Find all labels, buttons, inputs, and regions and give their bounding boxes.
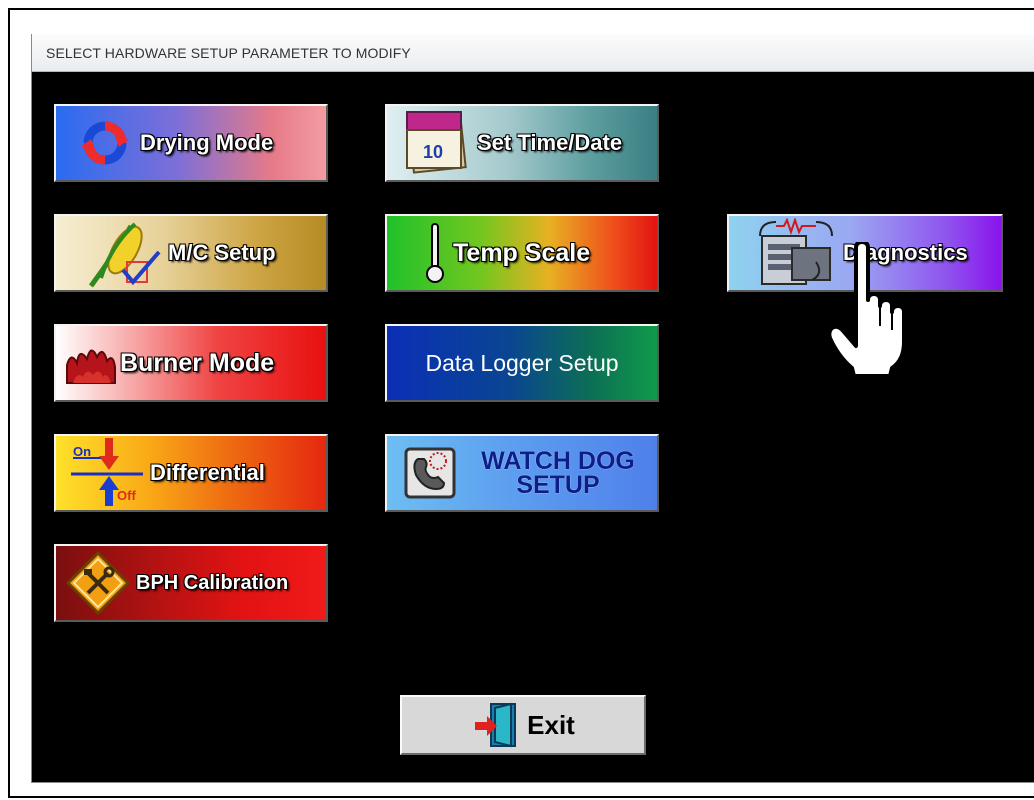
data-logger-setup-button[interactable]: Data Logger Setup	[385, 324, 659, 402]
differential-label: Differential	[150, 460, 265, 485]
exit-label: Exit	[527, 709, 575, 740]
exit-button[interactable]: Exit	[400, 695, 646, 755]
exit-door-icon	[471, 702, 521, 748]
calendar-icon: 10	[395, 110, 477, 176]
watch-dog-label-line1: WATCH DOG	[481, 447, 635, 475]
temp-scale-label: Temp Scale	[453, 238, 591, 267]
watch-dog-label-group: WATCH DOG SETUP	[463, 447, 653, 499]
pointing-hand-cursor-icon	[827, 240, 928, 378]
tools-sign-icon	[60, 551, 136, 615]
set-time-date-label: Set Time/Date	[477, 130, 623, 155]
svg-text:Off: Off	[117, 488, 136, 503]
corn-checkbox-icon	[78, 216, 168, 290]
thermometer-icon	[417, 222, 453, 284]
bph-calibration-button[interactable]: BPH Calibration	[54, 544, 328, 622]
rotate-arrows-icon	[70, 117, 140, 169]
data-logger-setup-label: Data Logger Setup	[425, 349, 619, 376]
on-off-arrows-icon: On Off	[66, 438, 150, 508]
drying-mode-label: Drying Mode	[140, 130, 274, 155]
bph-calibration-label: BPH Calibration	[136, 571, 289, 594]
hardware-setup-window: SELECT HARDWARE SETUP PARAMETER TO MODIF…	[31, 34, 1034, 783]
watch-dog-label-line2: SETUP	[516, 471, 600, 499]
phone-icon	[397, 447, 463, 499]
mc-setup-button[interactable]: M/C Setup	[54, 214, 328, 292]
svg-text:10: 10	[423, 142, 443, 162]
mc-setup-label: M/C Setup	[168, 240, 276, 265]
burner-mode-label: Burner Mode	[120, 348, 275, 377]
flame-icon	[62, 341, 120, 385]
differential-button[interactable]: On Off Differential	[54, 434, 328, 512]
watch-dog-setup-button[interactable]: WATCH DOG SETUP	[385, 434, 659, 512]
window-title: SELECT HARDWARE SETUP PARAMETER TO MODIF…	[32, 34, 1034, 72]
temp-scale-button[interactable]: Temp Scale	[385, 214, 659, 292]
set-time-date-button[interactable]: 10 Set Time/Date	[385, 104, 659, 182]
drying-mode-button[interactable]: Drying Mode	[54, 104, 328, 182]
burner-mode-button[interactable]: Burner Mode	[54, 324, 328, 402]
svg-text:On: On	[73, 444, 91, 459]
